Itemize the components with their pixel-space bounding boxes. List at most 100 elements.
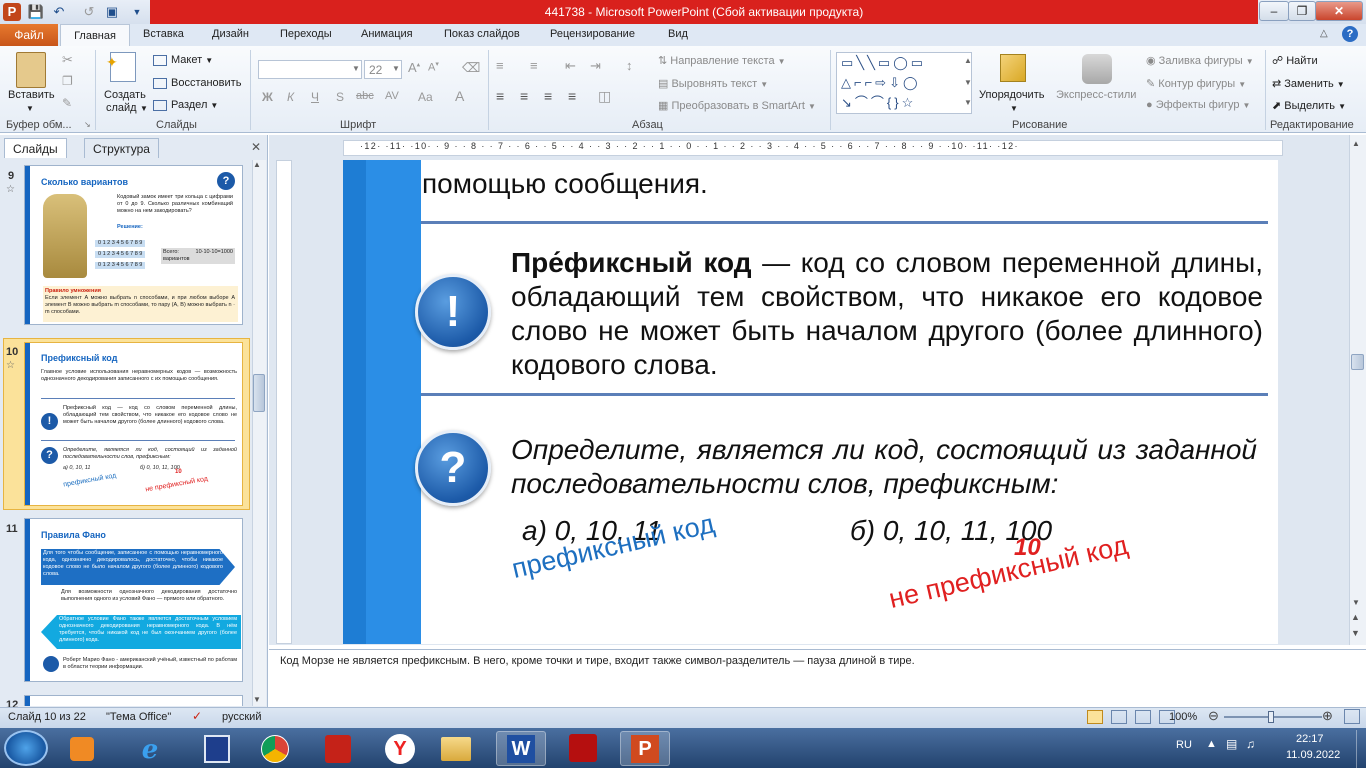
text-direction-button[interactable]: ⇅ Направление текста ▼ xyxy=(658,54,786,67)
slide-thumbnail-11[interactable]: Правила Фано Для того чтобы сообщение, з… xyxy=(24,518,243,682)
shape-effects-button[interactable]: ● Эффекты фигур ▼ xyxy=(1146,99,1250,111)
taskbar-media-player[interactable] xyxy=(57,731,107,766)
tab-transitions[interactable]: Переходы xyxy=(280,28,332,40)
ribbon-collapse-icon[interactable]: △ xyxy=(1320,28,1328,39)
layout-button[interactable]: Макет ▼ xyxy=(153,54,213,66)
shapes-gallery[interactable]: ▭╲╲▭◯▭ △⌐⌐⇨⇩◯ ↘⌒⌒{}☆ xyxy=(836,52,972,114)
shape-outline-button[interactable]: ✎ Контур фигуры ▼ xyxy=(1146,77,1246,90)
language-indicator[interactable]: русский xyxy=(222,711,261,723)
taskbar-yandex[interactable]: Y xyxy=(375,731,425,766)
scroll-down-icon[interactable]: ▼ xyxy=(1352,598,1360,607)
new-slide-button[interactable]: Создать xyxy=(104,89,146,101)
numbering-icon[interactable]: ≡ xyxy=(530,58,538,73)
zoom-in-icon[interactable]: ⊕ xyxy=(1322,708,1333,724)
tab-design[interactable]: Дизайн xyxy=(212,28,249,40)
grow-font-icon[interactable]: A▴ xyxy=(408,60,420,75)
tab-outline[interactable]: Структура xyxy=(84,138,159,158)
spellcheck-icon[interactable]: ✓ xyxy=(192,709,202,723)
close-button[interactable]: ✕ xyxy=(1315,1,1363,21)
taskbar-adobe[interactable] xyxy=(313,731,363,766)
taskbar-explorer[interactable] xyxy=(431,731,481,766)
slideshow-icon[interactable]: ▣ xyxy=(103,3,121,21)
normal-view-icon[interactable] xyxy=(1087,710,1103,724)
zoom-out-icon[interactable]: ⊖ xyxy=(1208,708,1219,724)
gallery-down-icon[interactable]: ▼ xyxy=(964,78,972,87)
slide-scroll-thumb[interactable] xyxy=(1351,354,1364,370)
tab-file[interactable]: Файл xyxy=(0,24,58,46)
slide-thumbnail-12[interactable] xyxy=(24,695,243,706)
paste-icon[interactable] xyxy=(16,52,46,88)
undo-icon[interactable]: ↶ xyxy=(50,3,68,21)
slide-scrollbar[interactable] xyxy=(1349,135,1366,645)
new-slide-button-line2[interactable]: слайд xyxy=(106,102,137,114)
minimize-button[interactable]: – xyxy=(1259,1,1289,21)
format-painter-icon[interactable]: ✎ xyxy=(62,96,72,110)
scroll-down-icon[interactable]: ▼ xyxy=(253,695,261,704)
columns-icon[interactable]: ◫ xyxy=(598,88,611,105)
tab-home[interactable]: Главная xyxy=(60,24,130,47)
redo-icon[interactable]: ↺ xyxy=(80,3,98,21)
bold-button[interactable]: Ж xyxy=(262,90,273,104)
char-spacing-button[interactable]: AV xyxy=(385,90,399,102)
justify-icon[interactable]: ≡ xyxy=(568,88,576,104)
scroll-up-icon[interactable]: ▲ xyxy=(1352,139,1360,148)
select-button[interactable]: ⬈ Выделить ▼ xyxy=(1272,99,1346,112)
zoom-level[interactable]: 100% xyxy=(1169,711,1197,723)
strikethrough-button[interactable]: abc xyxy=(356,90,374,102)
taskbar-powerpoint[interactable]: P xyxy=(620,731,670,766)
help-icon[interactable]: ? xyxy=(1342,26,1358,42)
tab-animation[interactable]: Анимация xyxy=(361,28,413,40)
font-family-select[interactable] xyxy=(258,60,362,79)
align-text-button[interactable]: ▤ Выровнять текст ▼ xyxy=(658,77,768,90)
align-left-icon[interactable]: ≡ xyxy=(496,88,504,104)
start-button[interactable] xyxy=(4,730,48,766)
pane-scroll-thumb[interactable] xyxy=(253,374,265,412)
slide-thumbnail-9[interactable]: Сколько вариантов ? Кодовый замок имеет … xyxy=(24,165,243,325)
slide-top-text[interactable]: помощью сообщения. xyxy=(422,167,708,201)
clipboard-launcher-icon[interactable]: ↘ xyxy=(84,120,91,129)
font-color-button[interactable]: A xyxy=(455,88,464,104)
prev-slide-icon[interactable]: ▲︎ xyxy=(1351,612,1360,622)
section-button[interactable]: Раздел ▼ xyxy=(153,99,218,111)
next-slide-icon[interactable]: ▼︎ xyxy=(1351,628,1360,638)
clock-time[interactable]: 22:17 xyxy=(1296,733,1324,745)
tab-insert[interactable]: Вставка xyxy=(143,28,184,40)
new-slide-dropdown-icon[interactable]: ▼ xyxy=(140,104,148,113)
tab-slideshow[interactable]: Показ слайдов xyxy=(444,28,520,40)
cut-icon[interactable]: ✂ xyxy=(62,52,73,68)
shadow-text-button[interactable]: S xyxy=(336,90,344,104)
gallery-up-icon[interactable]: ▲ xyxy=(964,56,972,65)
taskbar-word[interactable]: W xyxy=(496,731,546,766)
underline-button[interactable]: Ч xyxy=(311,90,319,104)
save-icon[interactable]: 💾 xyxy=(27,3,45,21)
slide-canvas[interactable] xyxy=(343,160,1278,644)
slide-sorter-icon[interactable] xyxy=(1111,710,1127,724)
gallery-more-icon[interactable]: ▼ xyxy=(964,98,972,107)
paste-dropdown-icon[interactable]: ▼ xyxy=(26,104,34,113)
notes-text[interactable]: Код Морзе не является префиксным. В него… xyxy=(280,655,915,667)
taskbar-pdf[interactable] xyxy=(558,731,608,766)
customize-qat-icon[interactable]: ▼ xyxy=(128,3,146,21)
scroll-up-icon[interactable]: ▲ xyxy=(253,160,261,169)
question-text[interactable]: Определите, является ли код, состоящий и… xyxy=(511,433,1257,501)
align-center-icon[interactable]: ≡ xyxy=(520,88,528,104)
pane-scrollbar[interactable] xyxy=(252,160,266,706)
tab-view[interactable]: Вид xyxy=(668,28,688,40)
taskbar-ie[interactable]: e xyxy=(125,731,175,766)
volume-icon[interactable]: ♫ xyxy=(1246,737,1255,751)
reset-button[interactable]: Восстановить xyxy=(153,77,241,89)
tab-slides[interactable]: Слайды xyxy=(4,138,67,158)
change-case-button[interactable]: Aa xyxy=(418,90,433,104)
align-right-icon[interactable]: ≡ xyxy=(544,88,552,104)
reading-view-icon[interactable] xyxy=(1135,710,1151,724)
show-desktop-button[interactable] xyxy=(1356,730,1366,768)
zoom-slider-thumb[interactable] xyxy=(1268,711,1274,723)
slide-thumbnail-10[interactable]: Префиксный код Главное условие использов… xyxy=(24,342,243,506)
arrange-button[interactable]: Упорядочить xyxy=(979,89,1044,101)
taskbar-app[interactable] xyxy=(192,731,242,766)
shape-fill-button[interactable]: ◉ Заливка фигуры ▼ xyxy=(1146,54,1254,67)
increase-indent-icon[interactable]: ⇥ xyxy=(590,58,601,74)
smartart-button[interactable]: ▦ Преобразовать в SmartArt ▼ xyxy=(658,99,816,112)
paste-button[interactable]: Вставить xyxy=(8,89,55,101)
restore-button[interactable]: ❐ xyxy=(1288,1,1316,21)
